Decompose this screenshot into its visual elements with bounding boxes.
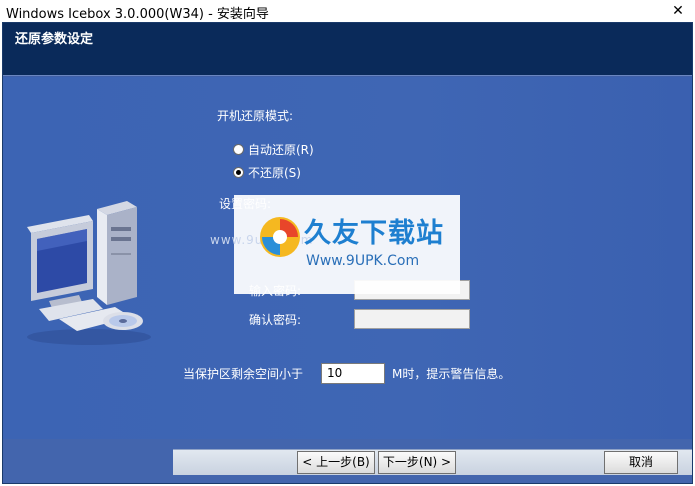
radio-no-restore-indicator[interactable] xyxy=(233,167,244,178)
wizard-window: 还原参数设定 开机还原模式: 自动还原(R) 不还原(S) 确认密码: 当保护区… xyxy=(2,22,693,484)
watermark-title: 久友下载站 xyxy=(304,218,444,249)
window-title: Windows Icebox 3.0.000(W34) - 安装向导 xyxy=(6,7,269,22)
restore-mode-label: 开机还原模式: xyxy=(217,109,294,123)
page-title: 还原参数设定 xyxy=(15,32,94,47)
back-button[interactable]: < 上一步(B) xyxy=(297,451,375,474)
footer-bar: < 上一步(B) 下一步(N) > 取消 xyxy=(3,439,692,483)
space-warning-suffix: M时，提示警告信息。 xyxy=(392,367,511,381)
radio-no-restore-label: 不还原(S) xyxy=(248,166,301,180)
confirm-password-field[interactable] xyxy=(354,309,470,329)
content-panel: 开机还原模式: 自动还原(R) 不还原(S) 设置密码: 输入密码: 确认密码:… xyxy=(3,77,692,439)
next-button[interactable]: 下一步(N) > xyxy=(378,451,456,474)
cancel-button[interactable]: 取消 xyxy=(604,451,678,474)
radio-no-restore[interactable]: 不还原(S) xyxy=(233,164,301,181)
watermark-logo-icon xyxy=(260,217,300,257)
watermark-overlay: www.9upk.com 久友下载站 Www.9UPK.Com xyxy=(210,195,460,294)
computer-icon xyxy=(27,201,151,345)
radio-auto-restore-indicator[interactable] xyxy=(233,144,244,155)
radio-auto-restore-label: 自动还原(R) xyxy=(248,143,314,157)
watermark-url: Www.9UPK.Com xyxy=(306,253,420,269)
title-bar: Windows Icebox 3.0.000(W34) - 安装向导 ✕ xyxy=(0,0,695,22)
confirm-password-label: 确认密码: xyxy=(249,313,302,327)
space-warning-prefix: 当保护区剩余空间小于 xyxy=(183,367,304,381)
radio-auto-restore[interactable]: 自动还原(R) xyxy=(233,141,314,158)
space-threshold-input[interactable]: 10 xyxy=(321,363,385,384)
header-band: 还原参数设定 xyxy=(3,23,692,76)
close-icon[interactable]: ✕ xyxy=(661,0,695,22)
